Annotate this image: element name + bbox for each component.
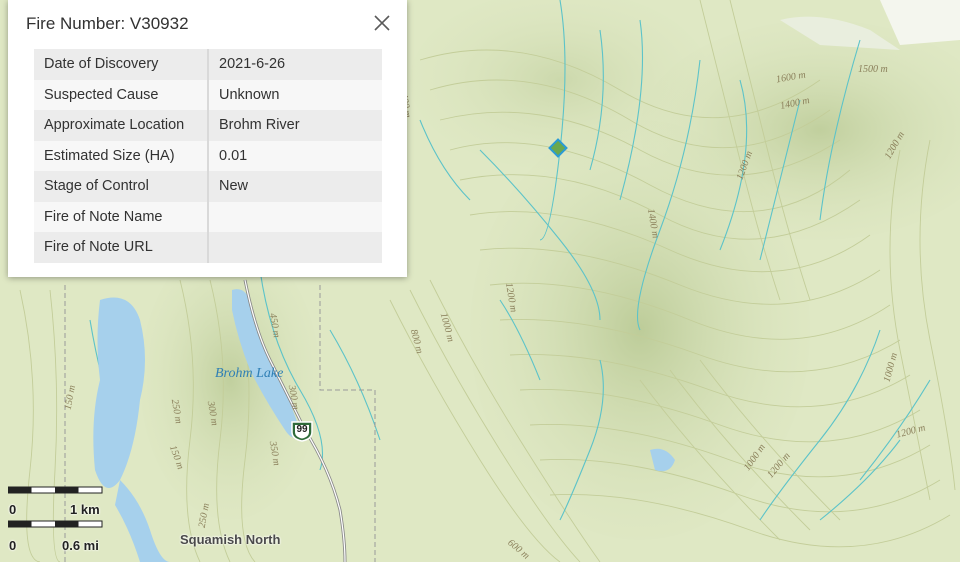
table-row: Date of Discovery 2021-6-26 bbox=[34, 49, 382, 80]
attribute-key: Fire of Note URL bbox=[34, 232, 209, 263]
place-label-squamish-north: Squamish North bbox=[180, 532, 281, 547]
scale-km-start: 0 bbox=[9, 502, 17, 517]
highway-number: 99 bbox=[296, 424, 308, 435]
attribute-key: Stage of Control bbox=[34, 171, 209, 202]
fire-info-popup: Fire Number: V30932 Date of Discovery 20… bbox=[8, 0, 407, 277]
scale-mi-start: 0 bbox=[9, 538, 17, 553]
attribute-value: Brohm River bbox=[208, 110, 382, 141]
attribute-value: 0.01 bbox=[208, 140, 382, 171]
attribute-table: Date of Discovery 2021-6-26 Suspected Ca… bbox=[34, 49, 382, 263]
table-row: Fire of Note URL bbox=[34, 232, 382, 263]
table-row: Estimated Size (HA) 0.01 bbox=[34, 140, 382, 171]
lake-label-brohm: Brohm Lake bbox=[215, 366, 284, 381]
table-row: Fire of Note Name bbox=[34, 201, 382, 232]
attribute-key: Estimated Size (HA) bbox=[34, 140, 209, 171]
attribute-key: Fire of Note Name bbox=[34, 201, 209, 232]
table-row: Approximate Location Brohm River bbox=[34, 110, 382, 141]
attribute-key: Date of Discovery bbox=[34, 49, 209, 80]
attribute-value: New bbox=[208, 171, 382, 202]
attribute-value bbox=[208, 201, 382, 232]
attribute-value: 2021-6-26 bbox=[208, 49, 382, 80]
close-icon[interactable] bbox=[371, 12, 393, 34]
scale-mi-label: 0.6 mi bbox=[62, 538, 99, 553]
attribute-value bbox=[208, 232, 382, 263]
contour-label: 1500 m bbox=[858, 64, 888, 75]
scale-km-label: 1 km bbox=[70, 502, 100, 517]
popup-title: Fire Number: V30932 bbox=[26, 14, 189, 33]
attribute-value: Unknown bbox=[208, 79, 382, 110]
attribute-key: Approximate Location bbox=[34, 110, 209, 141]
table-row: Stage of Control New bbox=[34, 171, 382, 202]
attribute-key: Suspected Cause bbox=[34, 79, 209, 110]
table-row: Suspected Cause Unknown bbox=[34, 79, 382, 110]
